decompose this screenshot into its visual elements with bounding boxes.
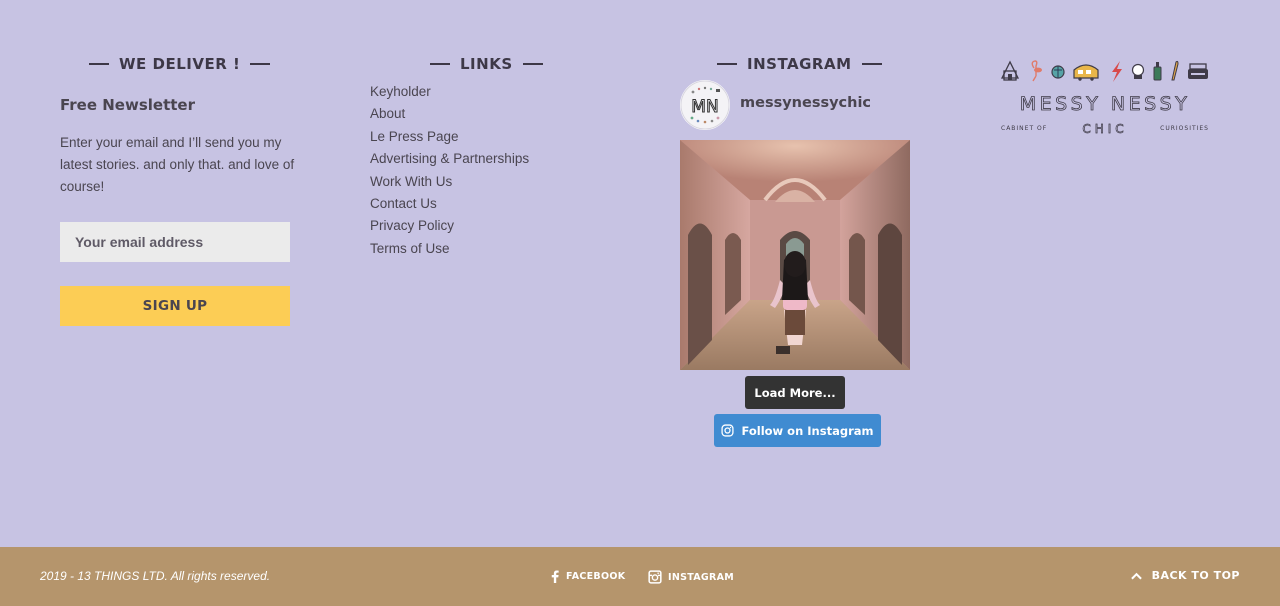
heading-dash — [861, 63, 882, 65]
heading-dash — [89, 63, 109, 65]
link-keyholder[interactable]: Keyholder — [370, 81, 529, 103]
typewriter-icon — [1188, 63, 1208, 79]
crystal-ball-icon — [1131, 63, 1145, 79]
link-work-with-us[interactable]: Work With Us — [370, 171, 529, 193]
facebook-link[interactable]: FACEBOOK — [550, 570, 625, 583]
instagram-handle[interactable]: messynessychic — [740, 95, 871, 111]
newsletter-heading-text: WE DELIVER ! — [119, 55, 241, 73]
heading-dash — [250, 63, 271, 65]
avatar-logo-icon: MN — [680, 80, 730, 130]
instagram-avatar[interactable]: MN — [680, 80, 730, 130]
instagram-heading: INSTAGRAM — [717, 55, 882, 73]
trailer-icon — [1073, 64, 1099, 81]
copyright-text: 2019 - 13 THINGS LTD. All rights reserve… — [40, 569, 271, 583]
back-to-top-link[interactable]: BACK TO TOP — [1130, 569, 1240, 582]
link-terms-of-use[interactable]: Terms of Use — [370, 238, 529, 260]
instagram-footer-link[interactable]: INSTAGRAM — [648, 570, 734, 584]
load-more-button[interactable]: Load More... — [745, 376, 845, 409]
corridor-photo — [680, 140, 910, 370]
logo-wordmark: MESSY NESSY — [1020, 93, 1191, 115]
chevron-up-icon — [1130, 572, 1142, 579]
instagram-icon — [648, 570, 662, 584]
heading-dash — [522, 63, 543, 65]
newsletter-description: Enter your email and I’ll send you my la… — [60, 135, 295, 194]
link-about[interactable]: About — [370, 103, 529, 125]
logo-curiosities: CURIOSITIES — [1160, 125, 1209, 132]
facebook-label: FACEBOOK — [566, 571, 626, 582]
instagram-heading-text: INSTAGRAM — [747, 55, 852, 73]
heading-dash — [430, 63, 450, 65]
avatar-monogram: MN — [691, 97, 718, 117]
messy-nessy-logo[interactable]: MESSY NESSY CABINET OF CHIC CURIOSITIES — [1000, 58, 1210, 138]
link-privacy-policy[interactable]: Privacy Policy — [370, 215, 529, 237]
baguette-icon — [1171, 60, 1179, 81]
logo-cabinet-of: CABINET OF — [1001, 125, 1047, 132]
link-contact-us[interactable]: Contact Us — [370, 193, 529, 215]
heading-dash — [717, 63, 737, 65]
back-to-top-label: BACK TO TOP — [1151, 569, 1240, 582]
logo-chic: CHIC — [1082, 122, 1127, 136]
link-advertising-partnerships[interactable]: Advertising & Partnerships — [370, 148, 529, 170]
logo-graphic: MESSY NESSY CABINET OF CHIC CURIOSITIES — [1000, 60, 1209, 136]
email-input[interactable] — [60, 222, 290, 262]
globe-icon — [1051, 65, 1065, 79]
links-heading: LINKS — [430, 55, 543, 73]
instagram-footer-label: INSTAGRAM — [668, 571, 735, 583]
instagram-icon — [721, 424, 735, 437]
follow-on-instagram-button[interactable]: Follow on Instagram — [714, 414, 881, 447]
sign-up-button[interactable]: SIGN UP — [60, 286, 290, 326]
newsletter-title: Free Newsletter — [60, 96, 195, 114]
house-icon — [1000, 60, 1020, 81]
lightning-icon — [1112, 61, 1122, 82]
flamingo-icon — [1031, 60, 1042, 82]
instagram-post-image[interactable] — [680, 140, 910, 370]
links-heading-text: LINKS — [460, 55, 513, 73]
newsletter-heading: WE DELIVER ! — [89, 55, 271, 73]
links-list: Keyholder About Le Press Page Advertisin… — [370, 81, 529, 260]
bottle-icon — [1153, 62, 1162, 81]
follow-label: Follow on Instagram — [741, 423, 874, 438]
link-le-press-page[interactable]: Le Press Page — [370, 126, 529, 148]
facebook-icon — [551, 570, 559, 583]
